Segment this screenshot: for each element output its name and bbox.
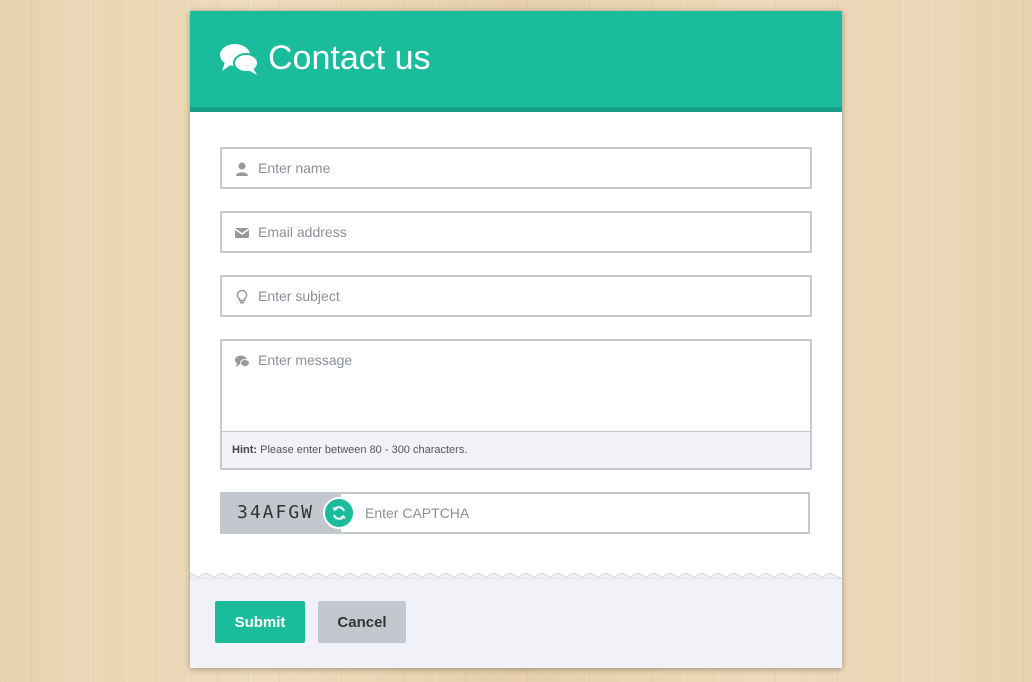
wood-plank: [40, 0, 102, 682]
email-field[interactable]: Email address: [220, 211, 812, 253]
page-title: Contact us: [268, 39, 431, 77]
contact-form-card: Contact us Enter name Email address Ente…: [190, 11, 842, 668]
email-placeholder: Email address: [258, 224, 347, 240]
hint-label: Hint:: [232, 444, 258, 456]
subject-placeholder: Enter subject: [258, 288, 340, 304]
captcha-placeholder: Enter CAPTCHA: [365, 505, 470, 521]
name-placeholder: Enter name: [258, 160, 331, 176]
envelope-icon: [234, 228, 250, 238]
chat-icon: [235, 355, 250, 367]
captcha-refresh-button[interactable]: [323, 497, 355, 529]
zigzag-divider: [190, 572, 842, 579]
form-header: Contact us: [190, 11, 842, 112]
captcha-input[interactable]: Enter CAPTCHA: [341, 492, 810, 534]
message-placeholder: Enter message: [258, 352, 353, 368]
refresh-icon: [332, 506, 346, 520]
lightbulb-icon: [236, 289, 248, 304]
hint-text: Please enter between 80 - 300 characters…: [257, 444, 468, 456]
name-field[interactable]: Enter name: [220, 147, 812, 189]
wood-plank: [900, 0, 962, 682]
captcha-group: 34AFGW Enter CAPTCHA: [220, 492, 810, 534]
message-textarea[interactable]: Enter message Hint: Please enter between…: [220, 339, 812, 470]
message-hint: Hint: Please enter between 80 - 300 char…: [222, 431, 810, 468]
submit-button[interactable]: Submit: [215, 601, 305, 643]
user-icon: [236, 162, 248, 176]
form-footer: Submit Cancel: [190, 572, 842, 668]
chat-bubbles-icon: [220, 44, 259, 75]
cancel-button[interactable]: Cancel: [318, 601, 406, 643]
subject-field[interactable]: Enter subject: [220, 275, 812, 317]
